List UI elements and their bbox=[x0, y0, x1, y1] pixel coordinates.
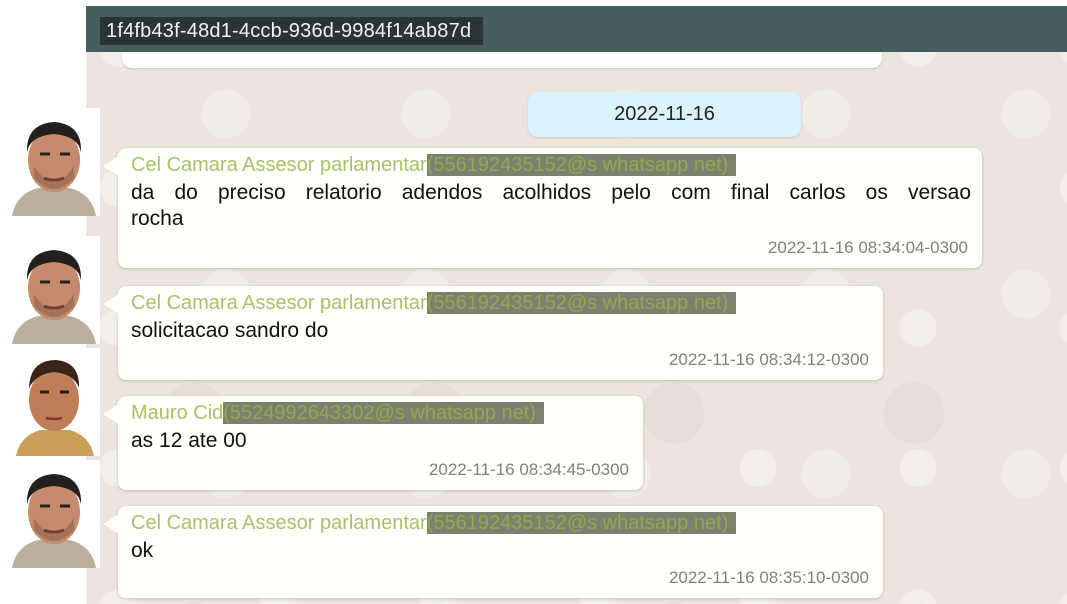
message-text: ok bbox=[131, 539, 154, 562]
sender-number: (556192435152@s whatsapp net) bbox=[426, 154, 737, 176]
message-timestamp: 2022-11-16 08:34:04-0300 bbox=[767, 238, 968, 257]
message-text: solicitacao sandro do bbox=[131, 319, 329, 342]
sender-line: Cel Camara Assesor parlamentar(556192435… bbox=[131, 152, 737, 178]
sender-number: (556192435152@s whatsapp net) bbox=[426, 292, 737, 314]
sender-number: (5524992643302@s whatsapp net) bbox=[223, 402, 545, 424]
message-text: as 12 ate 00 bbox=[131, 429, 247, 452]
message-bubble-2[interactable]: Cel Camara Assesor parlamentar(556192435… bbox=[103, 286, 883, 380]
message-bubble-3[interactable]: Mauro Cid(5524992643302@s whatsapp net) … bbox=[103, 396, 643, 490]
message-bubble-4[interactable]: Cel Camara Assesor parlamentar(556192435… bbox=[103, 506, 883, 598]
message-text-line-1: da do preciso relatorio adendos acolhido… bbox=[131, 181, 971, 204]
message-timestamp: 2022-11-16 08:34:45-0300 bbox=[428, 460, 629, 479]
bubble-tail bbox=[103, 514, 119, 534]
chat-panel: 1f4fb43f-48d1-4ccb-936d-9984f14ab87d 202… bbox=[86, 6, 1067, 604]
sender-line: Mauro Cid(5524992643302@s whatsapp net) bbox=[131, 400, 545, 426]
sender-name: Cel Camara Assesor parlamentar bbox=[131, 154, 427, 176]
message-text: da do preciso relatorio adendos acolhido… bbox=[131, 180, 971, 232]
message-bubble-1[interactable]: Cel Camara Assesor parlamentar(556192435… bbox=[103, 148, 982, 268]
sender-number: (556192435152@s whatsapp net) bbox=[426, 512, 737, 534]
sender-line: Cel Camara Assesor parlamentar(556192435… bbox=[131, 510, 737, 536]
sender-name: Cel Camara Assesor parlamentar bbox=[131, 292, 427, 314]
avatar-man-1-icon[interactable] bbox=[8, 108, 100, 216]
bubble-tail bbox=[103, 294, 119, 314]
message-timestamp: 2022-11-16 08:35:10-0300 bbox=[668, 568, 869, 587]
message-timestamp: 2022-11-16 08:34:12-0300 bbox=[668, 350, 869, 369]
avatar-man-2-icon[interactable] bbox=[8, 348, 100, 456]
chat-id[interactable]: 1f4fb43f-48d1-4ccb-936d-9984f14ab87d bbox=[100, 17, 484, 45]
chat-header: 1f4fb43f-48d1-4ccb-936d-9984f14ab87d bbox=[86, 6, 1067, 52]
avatar-man-1-icon[interactable] bbox=[8, 460, 100, 568]
avatar-man-1-icon[interactable] bbox=[8, 236, 100, 344]
bubble-tail bbox=[103, 404, 119, 424]
sender-line: Cel Camara Assesor parlamentar(556192435… bbox=[131, 290, 737, 316]
previous-message-bubble[interactable] bbox=[122, 52, 882, 68]
date-chip: 2022-11-16 bbox=[528, 92, 801, 137]
message-text-line-2: rocha bbox=[131, 207, 184, 230]
bubble-tail bbox=[103, 156, 119, 176]
sender-name: Cel Camara Assesor parlamentar bbox=[131, 512, 427, 534]
sender-name: Mauro Cid bbox=[131, 402, 224, 424]
